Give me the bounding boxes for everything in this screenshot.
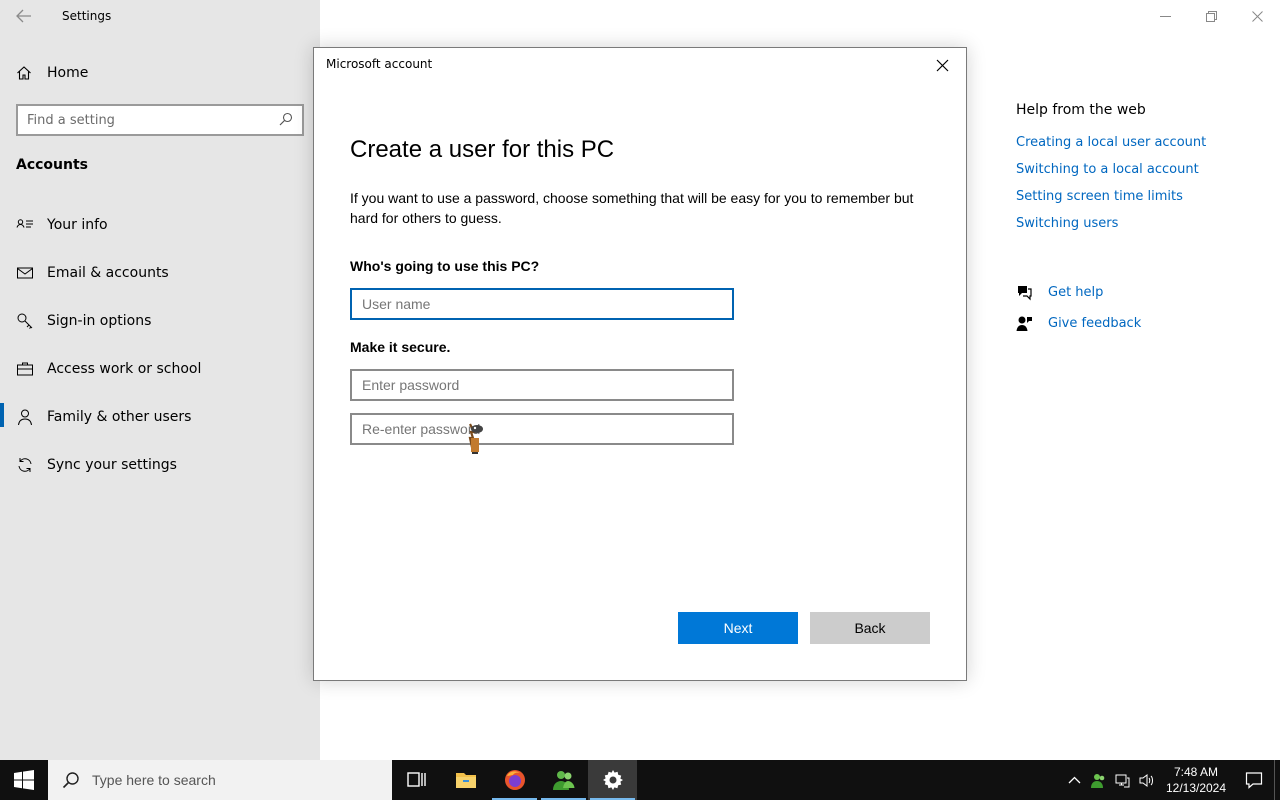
windows-logo-icon	[14, 770, 34, 790]
sidebar-item-sync-settings[interactable]: Sync your settings	[0, 445, 320, 485]
search-placeholder: Find a setting	[27, 112, 115, 128]
give-feedback-label: Give feedback	[1048, 316, 1142, 331]
sidebar-item-family-other-users[interactable]: Family & other users	[0, 397, 320, 437]
clock-date: 12/13/2024	[1165, 781, 1227, 795]
sidebar-item-label: Sign-in options	[47, 313, 152, 329]
taskbar-people-app[interactable]	[539, 760, 588, 800]
home-icon	[17, 66, 31, 80]
taskbar: Type here to search 7:48 AM 12/13/2024	[0, 760, 1280, 800]
search-icon[interactable]	[279, 111, 293, 130]
speaker-icon	[1139, 773, 1153, 787]
microsoft-account-dialog: Microsoft account Create a user for this…	[313, 47, 967, 681]
sidebar-item-label: Email & accounts	[47, 265, 169, 281]
sidebar-item-access-work[interactable]: Access work or school	[0, 349, 320, 389]
sidebar-item-label: Your info	[47, 217, 108, 233]
key-icon	[17, 313, 33, 329]
volume-button[interactable]	[1134, 760, 1158, 800]
action-center-button[interactable]	[1234, 760, 1274, 800]
help-link-switching-users[interactable]: Switching users	[1016, 216, 1266, 243]
minimize-button[interactable]	[1142, 0, 1188, 32]
show-desktop-button[interactable]	[1274, 760, 1280, 800]
minimize-icon	[1159, 15, 1171, 17]
system-tray: 7:48 AM 12/13/2024	[1062, 760, 1280, 800]
taskbar-file-explorer[interactable]	[441, 760, 490, 800]
show-hidden-icons-button[interactable]	[1062, 760, 1086, 800]
taskbar-settings[interactable]	[588, 760, 637, 800]
section-title: Accounts	[16, 157, 89, 173]
settings-sidebar: Settings Home Find a setting Accounts Yo…	[0, 0, 320, 760]
network-icon	[1115, 774, 1129, 787]
folder-icon	[455, 773, 476, 788]
app-title: Settings	[62, 9, 112, 23]
close-icon	[936, 59, 949, 72]
sidebar-item-label: Family & other users	[47, 409, 192, 425]
firefox-icon	[504, 770, 525, 790]
sidebar-item-email-accounts[interactable]: Email & accounts	[0, 253, 320, 293]
person-icon	[18, 409, 32, 426]
task-view-button[interactable]	[392, 760, 441, 800]
find-setting-search[interactable]: Find a setting	[16, 104, 304, 136]
back-arrow-icon[interactable]	[14, 6, 34, 26]
chat-help-icon	[1018, 286, 1032, 301]
help-panel: Help from the web Creating a local user …	[1016, 102, 1266, 331]
restore-button[interactable]	[1188, 0, 1234, 32]
network-button[interactable]	[1110, 760, 1134, 800]
password-input[interactable]	[350, 369, 734, 401]
taskbar-search[interactable]: Type here to search	[48, 760, 392, 800]
start-button[interactable]	[0, 760, 48, 800]
briefcase-icon	[17, 362, 33, 376]
dialog-description: If you want to use a password, choose so…	[350, 190, 914, 226]
mouse-cursor-icon	[462, 420, 488, 456]
help-link-screen-time[interactable]: Setting screen time limits	[1016, 189, 1266, 216]
close-icon	[1251, 10, 1263, 22]
user-name-input[interactable]	[350, 288, 734, 320]
people-icon	[552, 771, 574, 790]
sidebar-item-label: Sync your settings	[47, 457, 177, 473]
task-view-icon	[406, 772, 426, 787]
people-icon	[1090, 773, 1104, 788]
help-link-local-account[interactable]: Creating a local user account	[1016, 135, 1266, 162]
sidebar-item-your-info[interactable]: Your info	[0, 205, 320, 245]
dialog-title: Microsoft account	[326, 57, 433, 71]
sidebar-home[interactable]: Home	[16, 60, 88, 86]
get-help-link[interactable]: Get help	[1016, 284, 1103, 301]
dialog-heading: Create a user for this PC	[350, 136, 615, 163]
tray-people-app[interactable]	[1086, 760, 1110, 800]
notification-icon	[1245, 772, 1263, 789]
sync-icon	[18, 458, 32, 472]
clock-time: 7:48 AM	[1173, 765, 1219, 779]
reenter-password-input[interactable]	[350, 413, 734, 445]
search-icon	[62, 772, 79, 789]
sidebar-item-sign-in-options[interactable]: Sign-in options	[0, 301, 320, 341]
help-link-switch-local[interactable]: Switching to a local account	[1016, 162, 1266, 189]
sidebar-item-label: Access work or school	[47, 361, 202, 377]
gear-icon	[602, 770, 623, 790]
mail-icon	[17, 267, 33, 279]
give-feedback-link[interactable]: Give feedback	[1016, 315, 1141, 332]
chevron-up-icon	[1068, 776, 1080, 783]
get-help-label: Get help	[1048, 285, 1104, 300]
taskbar-clock[interactable]: 7:48 AM 12/13/2024	[1158, 764, 1234, 796]
feedback-icon	[1016, 316, 1032, 331]
back-button[interactable]: Back	[810, 612, 930, 644]
taskbar-firefox[interactable]	[490, 760, 539, 800]
close-window-button[interactable]	[1234, 0, 1280, 32]
next-button[interactable]: Next	[678, 612, 798, 644]
help-heading: Help from the web	[1016, 102, 1146, 118]
secure-label: Make it secure.	[350, 339, 451, 355]
home-label: Home	[47, 65, 89, 81]
dialog-close-button[interactable]	[936, 57, 952, 73]
window-controls	[1142, 0, 1280, 32]
who-label: Who's going to use this PC?	[350, 258, 540, 274]
restore-icon	[1205, 10, 1217, 22]
taskbar-search-placeholder: Type here to search	[92, 772, 216, 788]
contact-card-icon	[16, 219, 33, 228]
